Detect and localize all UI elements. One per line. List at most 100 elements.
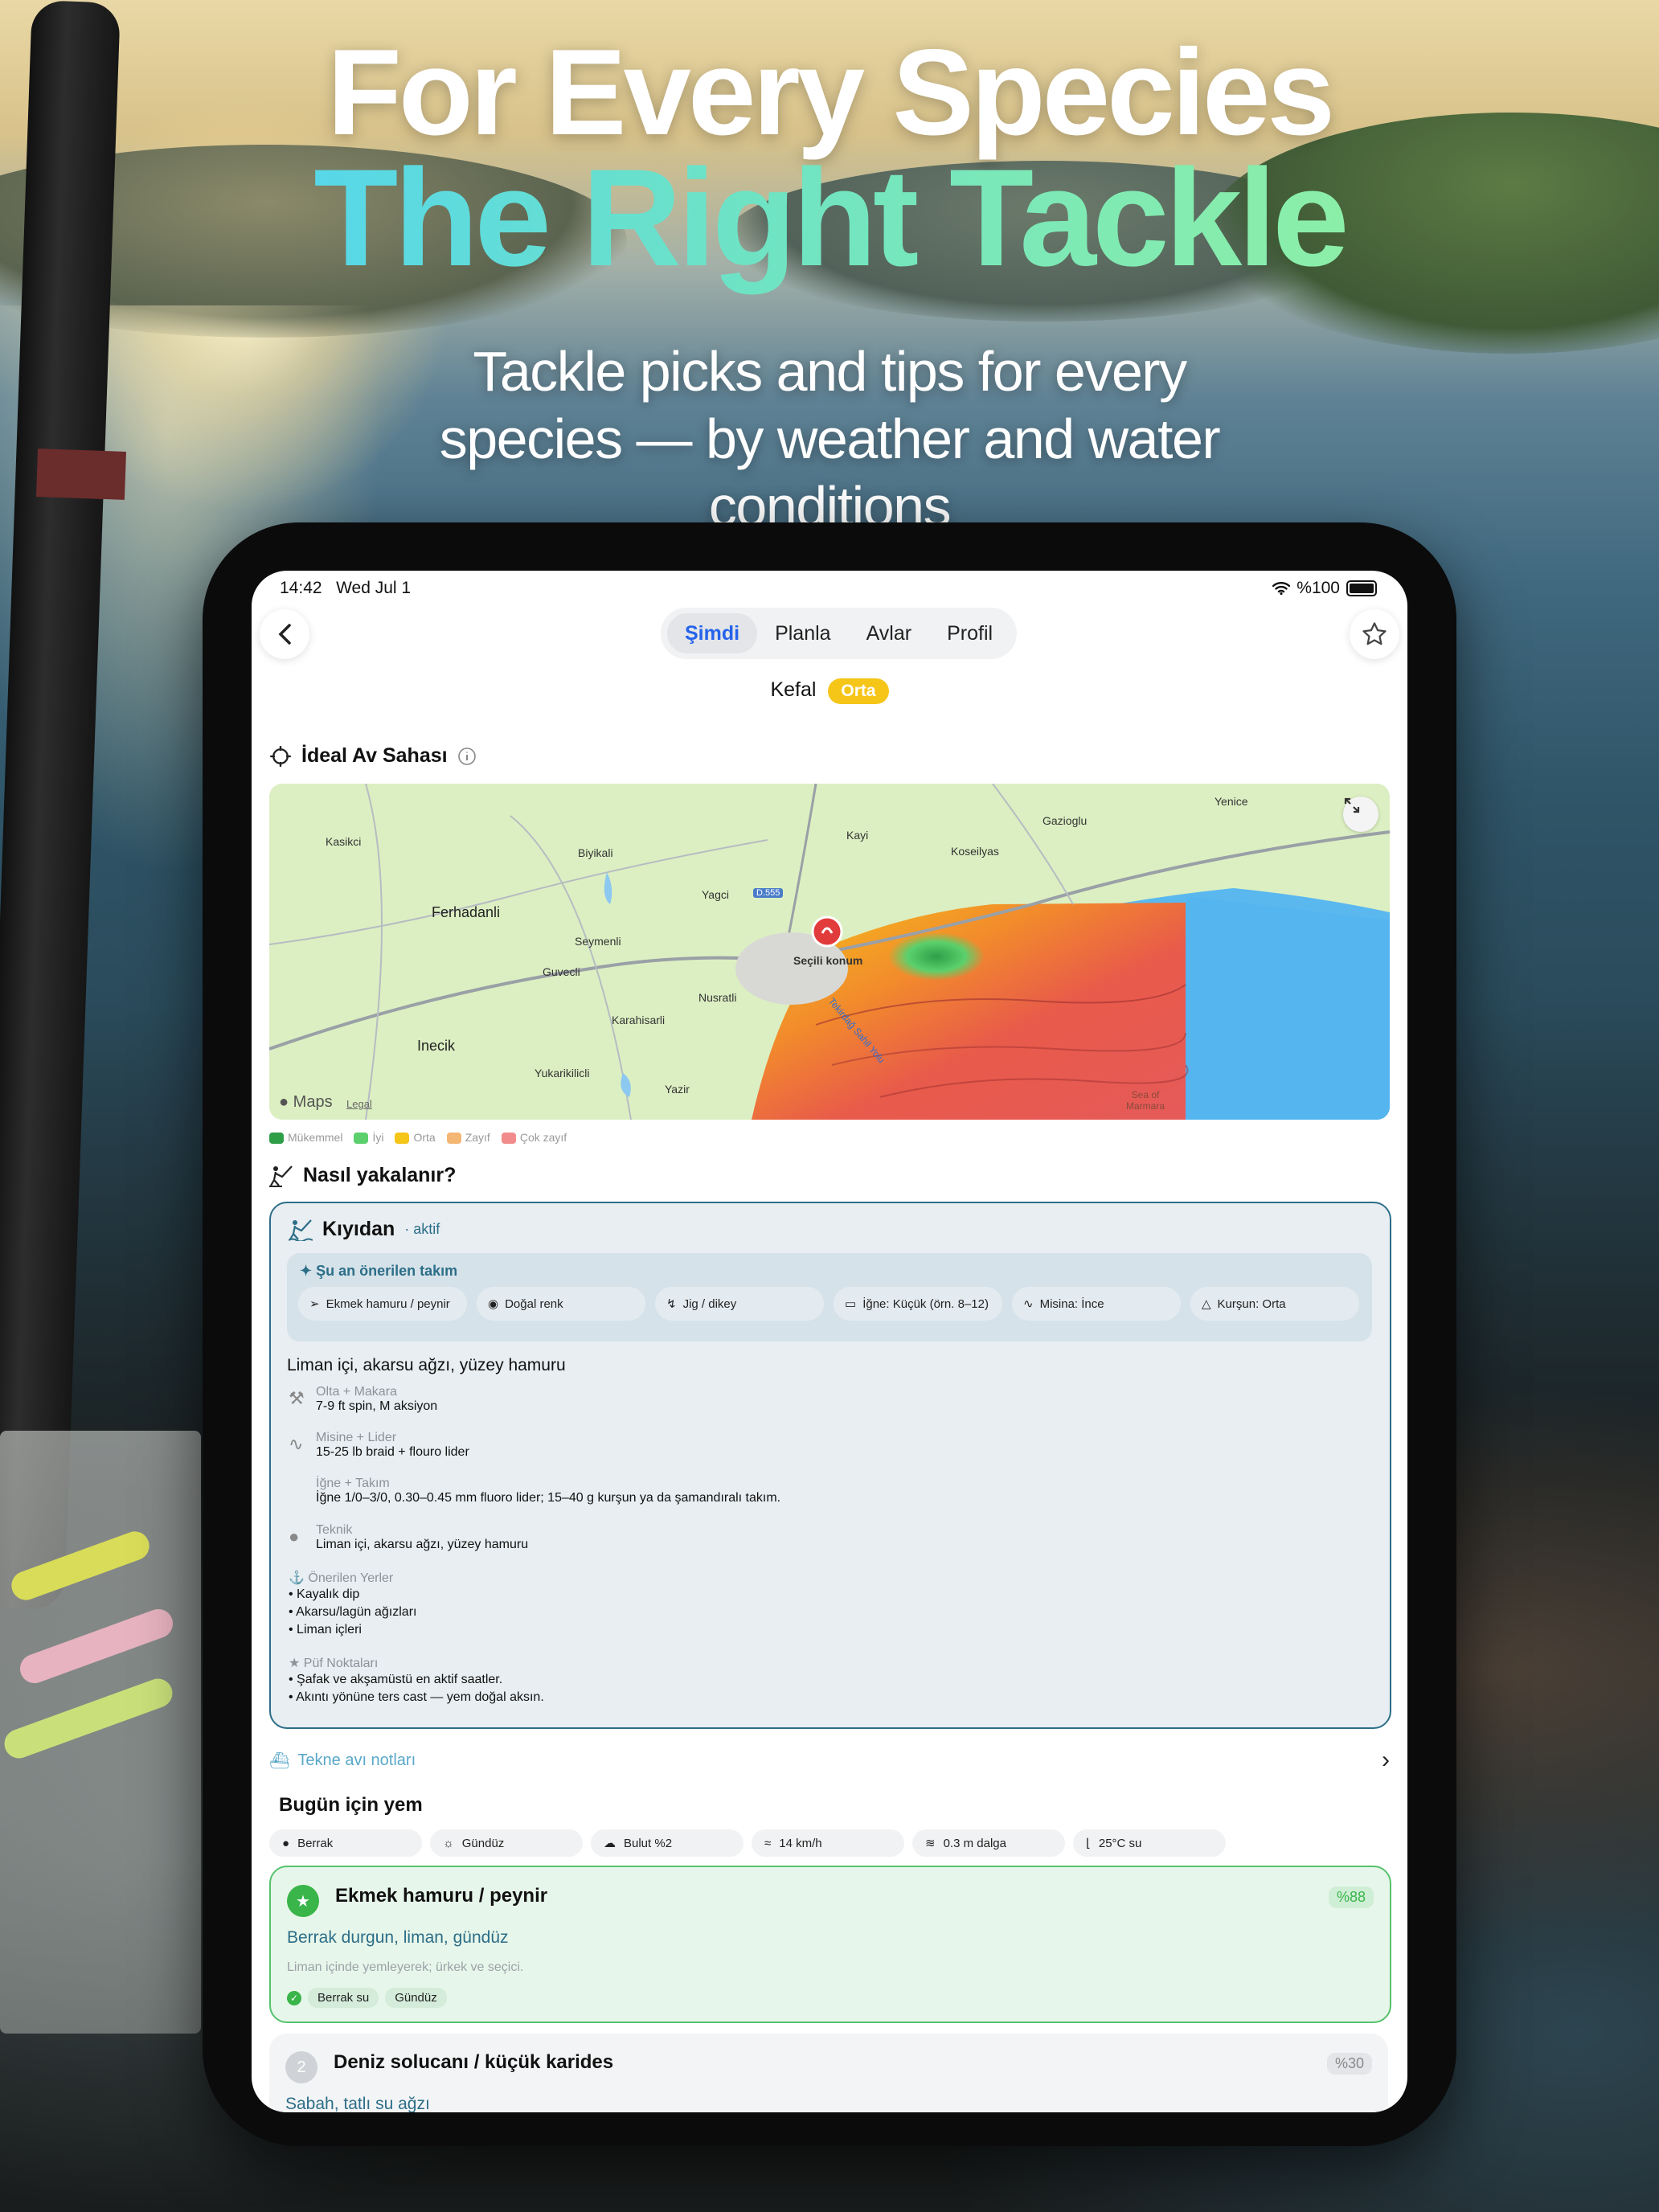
detail-rod-reel: ⚒ Olta + Makara 7-9 ft spin, M aksiyon [289,1385,437,1414]
detail-value: İğne 1/0–3/0, 0.30–0.45 mm fluoro lider;… [316,1491,781,1505]
boat-notes-row[interactable]: ⛴ Tekne avı notları › [269,1743,1390,1778]
bait-tag: Gündüz [385,1988,447,2008]
condition-chip: ≈14 km/h [752,1829,904,1857]
lightbulb-icon: ● [289,1526,300,1546]
tackle-pill[interactable]: ◉ Doğal renk [477,1287,645,1321]
tab-profil[interactable]: Profil [929,613,1010,653]
tab-simdi[interactable]: Şimdi [667,613,758,653]
detail-label: İğne + Takım [316,1477,390,1490]
bait-score: %88 [1328,1886,1374,1908]
tackle-pill[interactable]: ▭ İğne: Küçük (örn. 8–12) [834,1287,1002,1321]
tackle-pill-label: Doğal renk [505,1296,563,1311]
maps-logo: ● Maps [279,1093,333,1112]
method-card-shore[interactable]: Kıyıdan · aktif ✦ Şu an önerilen takım ➢… [269,1202,1391,1729]
angler-icon [269,1165,293,1187]
bait-tags: ✓ Berrak su Gündüz [287,1988,447,2008]
tackle-pill-label: Ekmek hamuru / peynir [326,1296,450,1311]
condition-label: 0.3 m dalga [943,1836,1006,1850]
tackle-pill[interactable]: ∿ Misina: İnce [1012,1287,1181,1321]
hero-subtitle: Tackle picks and tips for every species … [439,340,1221,538]
list-item: • Liman içleri [289,1623,362,1636]
map-place: Yagci [702,888,729,901]
star-icon [1362,622,1387,645]
expand-map-button[interactable] [1343,797,1378,832]
legend-swatch [269,1133,284,1145]
bait-name: Ekmek hamuru / peynir [335,1885,548,1907]
recommended-tackle-title: ✦ Şu an önerilen takım [300,1263,457,1280]
map-place: Karahisarli [612,1014,666,1026]
wifi-icon [1272,582,1291,595]
bait-card-1[interactable]: ★ Ekmek hamuru / peynir %88 Berrak durgu… [269,1866,1391,2023]
detail-value: 15-25 lb braid + flouro lider [316,1445,469,1459]
shore-fishing-icon [289,1219,313,1241]
maps-logo-text: Maps [293,1093,333,1111]
detail-label: Misine + Lider [316,1431,397,1444]
boat-notes-label: Tekne avı notları [297,1751,416,1769]
legend-label: Çok zayıf [519,1131,567,1144]
ideal-area-title: İdeal Av Sahası [301,744,448,767]
crosshair-icon [270,745,291,767]
wind-icon: ≈ [764,1836,772,1850]
bait-card-2[interactable]: 2 Deniz solucanı / küçük karides %30 Sab… [269,2034,1388,2112]
condition-label: 14 km/h [779,1836,822,1850]
back-button[interactable] [260,609,309,659]
how-to-catch-title: Nasıl yakalanır? [303,1164,457,1186]
tab-planla[interactable]: Planla [757,613,849,653]
info-icon[interactable] [457,747,477,766]
map-place: Nusratli [698,991,737,1004]
map-place: Yukarikilicli [535,1067,590,1079]
detail-line-leader: ∿ Misine + Lider 15-25 lb braid + flouro … [289,1431,469,1460]
legend-label: İyi [372,1131,384,1144]
tab-avlar[interactable]: Avlar [849,613,930,653]
boat-icon: ⛴ [269,1751,290,1770]
condition-label: Berrak [297,1836,334,1850]
favorite-button[interactable] [1350,609,1399,659]
sea-label: Sea of Marmara [1125,1089,1165,1112]
map-place: Yenice [1215,795,1248,808]
map-place: Koseilyas [951,845,999,858]
legend-item: Zayıf [446,1131,490,1145]
fishing-rod-band [35,449,127,500]
tackle-pill-label: Misina: İnce [1039,1296,1104,1311]
expand-icon [1344,797,1360,813]
fishing-map[interactable]: Kasikci Biyikali Kayi Gazioglu Yenice Ko… [269,784,1390,1120]
recommended-tackle-label: Şu an önerilen takım [316,1263,458,1279]
main-tabs: Şimdi Planla Avlar Profil [661,608,1018,659]
cloud-icon: ☁ [604,1837,616,1850]
legend-item: Mükemmel [269,1131,342,1145]
palette-icon: ◉ [488,1296,499,1311]
species-header: Kefal Orta [252,678,1407,704]
maps-legal-link[interactable]: Legal [346,1098,372,1110]
tips-list: • Şafak ve akşamüstü en aktif saatler. •… [289,1671,544,1706]
tackle-pill-label: Kurşun: Orta [1217,1296,1286,1311]
chevron-left-icon [278,624,291,645]
fish-icon: ➢ [309,1296,320,1311]
map-place: Kayi [846,829,869,842]
map-place: Inecik [417,1038,456,1054]
legend-label: Zayıf [465,1131,490,1144]
places-list: • Kayalık dip • Akarsu/lagün ağızları • … [289,1586,416,1639]
map-place: Seymenli [575,935,621,948]
legend-swatch [354,1133,369,1145]
selected-location-label: Seçili konum [793,954,863,967]
condition-chip: ☁ Bulut %2 [591,1829,743,1857]
drop-icon: ● [282,1836,290,1850]
map-place: Ferhadanli [432,904,501,920]
map-place: Gazioglu [1043,814,1088,827]
ideal-area-header: İdeal Av Sahası [269,744,477,768]
legend-item: Orta [395,1131,436,1145]
list-item: • Şafak ve akşamüstü en aktif saatler. [289,1673,503,1686]
status-date: Wed Jul 1 [336,579,412,597]
map-place: Biyikali [578,846,613,859]
hook-size-icon: ▭ [845,1296,857,1311]
tackle-pill[interactable]: △ Kurşun: Orta [1190,1287,1359,1321]
rank-badge: 2 [285,2051,317,2083]
tackle-pill[interactable]: ↯ Jig / dikey [655,1287,824,1321]
rank-badge: ★ [287,1885,319,1917]
detail-value: 7-9 ft spin, M aksiyon [316,1399,438,1413]
list-item: • Kayalık dip [289,1587,360,1601]
tackle-pill[interactable]: ➢ Ekmek hamuru / peynir [298,1287,467,1321]
app-screen: 14:42 Wed Jul 1 %100 Şimdi Planla Avlar … [252,571,1407,2112]
tips-label: Püf Noktaları [303,1657,379,1670]
bait-conditions: Berrak durgun, liman, gündüz [287,1928,509,1947]
